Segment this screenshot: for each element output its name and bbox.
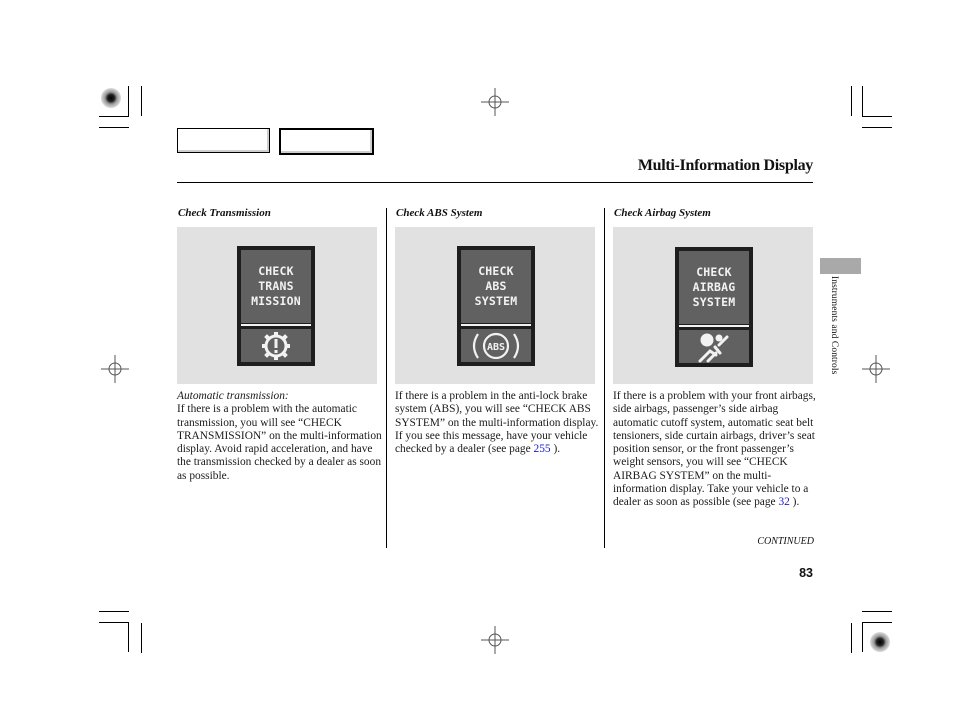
svg-text:ABS: ABS xyxy=(487,342,505,353)
heading-check-abs: Check ABS System xyxy=(396,207,483,219)
airbag-warning-icon xyxy=(698,333,729,362)
page-link-32[interactable]: 32 xyxy=(778,496,789,508)
display-message: CHECK ABS SYSTEM xyxy=(461,250,531,323)
mid-display: CHECK ABS SYSTEM ABS xyxy=(457,246,535,366)
crosshair-top-icon xyxy=(481,88,509,116)
paragraph: If there is a problem in the anti-lock b… xyxy=(395,390,599,456)
mid-display: CHECK TRANS MISSION xyxy=(237,246,315,366)
continued-label: CONTINUED xyxy=(757,536,814,547)
nav-box-index[interactable] xyxy=(279,128,374,155)
display-message: CHECK TRANS MISSION xyxy=(241,250,311,323)
column-divider xyxy=(604,208,605,548)
page-number: 83 xyxy=(799,566,813,580)
crosshair-right-icon xyxy=(862,355,890,383)
crosshair-left-icon xyxy=(101,355,129,383)
page-title: Multi-Information Display xyxy=(637,157,813,174)
body-check-transmission: Automatic transmission: If there is a pr… xyxy=(177,390,382,483)
figure-check-transmission: CHECK TRANS MISSION xyxy=(177,227,377,384)
crosshair-bottom-icon xyxy=(481,626,509,654)
body-check-abs: If there is a problem in the anti-lock b… xyxy=(395,390,600,456)
abs-warning-icon: ABS xyxy=(472,332,520,359)
page-link-255[interactable]: 255 xyxy=(534,443,551,455)
body-check-airbag: If there is a problem with your front ai… xyxy=(613,390,818,510)
figure-check-airbag: CHECK AIRBAG SYSTEM xyxy=(613,227,813,384)
transmission-warning-icon xyxy=(262,331,290,360)
paragraph: If there is a problem with the automatic… xyxy=(177,403,382,482)
section-tab[interactable] xyxy=(820,258,861,274)
mid-display: CHECK AIRBAG SYSTEM xyxy=(675,247,753,367)
nav-box-main-menu[interactable] xyxy=(177,128,270,153)
lead-automatic-transmission: Automatic transmission: xyxy=(177,390,289,402)
registration-target-icon xyxy=(101,88,121,108)
column-divider xyxy=(386,208,387,548)
display-message: CHECK AIRBAG SYSTEM xyxy=(679,251,749,324)
header-rule xyxy=(177,182,813,183)
paragraph: If there is a problem with your front ai… xyxy=(613,390,816,509)
section-tab-label: Instruments and Controls xyxy=(829,276,839,375)
heading-check-airbag: Check Airbag System xyxy=(614,207,711,219)
registration-target-icon xyxy=(870,632,890,652)
heading-check-transmission: Check Transmission xyxy=(178,207,271,219)
figure-check-abs: CHECK ABS SYSTEM ABS xyxy=(395,227,595,384)
